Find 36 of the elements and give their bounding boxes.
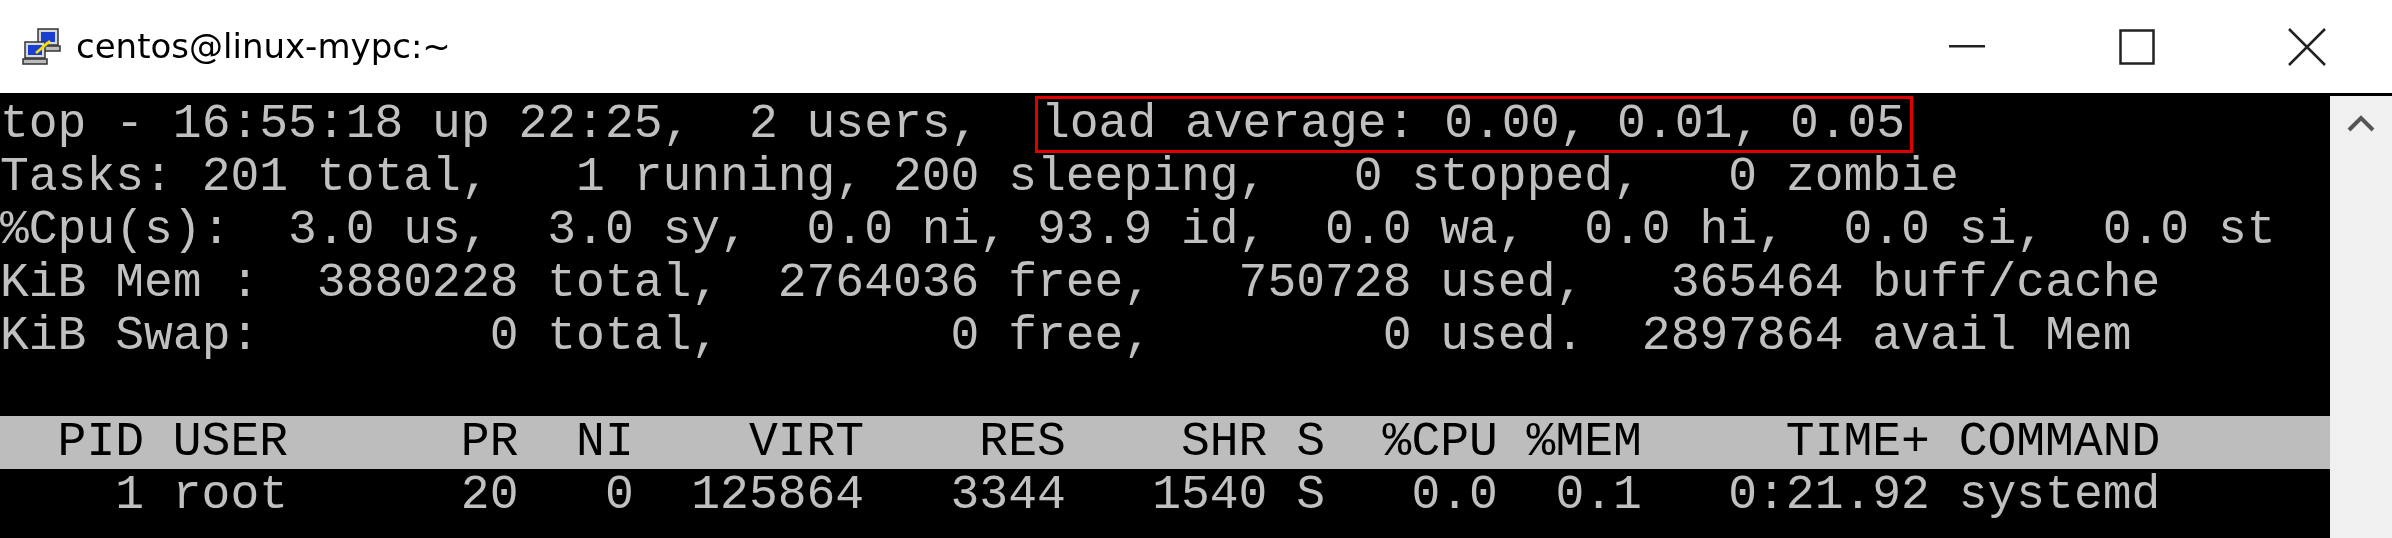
column-header: COMMAND [1957, 416, 2161, 469]
column-header: S [1295, 416, 1325, 469]
column-header: PR [459, 416, 519, 469]
column-header: PID [56, 416, 144, 469]
column-header: %MEM [1525, 416, 1642, 469]
column-header: VIRT [747, 416, 865, 469]
terminal-line: KiB Mem : 3880228 total, 2764036 free, 750728 used, 365464 buff/cache [0, 257, 2161, 310]
terminal-line: top - 16:55:18 up 22:25, 2 users, [0, 98, 981, 151]
table-cell-text: 0.0 [1410, 469, 1498, 522]
column-header: %CPU [1381, 416, 1498, 469]
column-header: SHR [1179, 416, 1268, 469]
column-header: NI [575, 416, 634, 469]
table-cell-text: S [1295, 469, 1325, 522]
terminal-line: KiB Swap: 0 total, 0 free, 0 used. 2897864 avail Mem [0, 310, 2132, 363]
close-icon [2288, 27, 2326, 66]
column-header: RES [978, 416, 1066, 469]
scroll-up-icon[interactable] [2347, 114, 2375, 132]
table-cell-text: 20 [459, 469, 519, 522]
table-cell-text: 0 [603, 469, 634, 522]
column-header: TIME+ [1784, 416, 1930, 469]
column-header: USER [171, 416, 290, 469]
table-cell-text: 3344 [949, 469, 1066, 522]
terminal-line: Tasks: 201 total, 1 running, 200 sleeping, 0 stopped, 0 zombie [0, 151, 1959, 204]
window-title: centos@linux-mypc:~ [76, 25, 451, 68]
maximize-icon [2119, 28, 2155, 65]
table-cell-text: 0:21.92 [1727, 469, 1930, 522]
highlighted-text: load average: 0.00, 0.01, 0.05 [1036, 98, 1912, 151]
table-cell-text: 1540 [1151, 469, 1268, 522]
table-cell-text: systemd [1957, 469, 2161, 522]
table-cell-text: 125864 [690, 469, 865, 522]
computers-icon [22, 26, 62, 67]
terminal-line: %Cpu(s): 3.0 us, 3.0 sy, 0.0 ni, 93.9 id, 0.0 wa, 0.0 hi, 0.0 si, 0.0 st [0, 204, 2276, 257]
table-cell-text: 1 [114, 469, 144, 522]
table-cell-text: 0.1 [1554, 469, 1642, 522]
table-cell-text: root [171, 469, 290, 522]
minimize-icon [1949, 44, 1985, 49]
